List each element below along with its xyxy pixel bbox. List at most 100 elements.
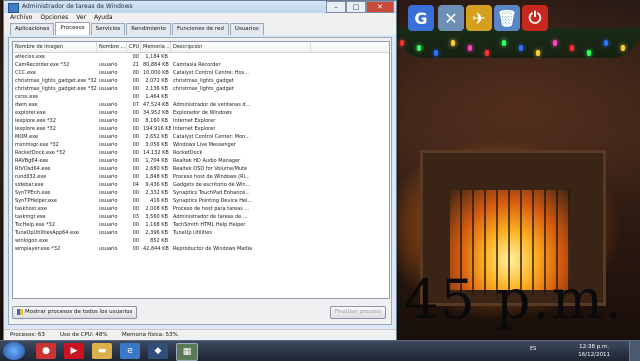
cell-image-name: atieclxx.exe	[15, 54, 46, 60]
maximize-button[interactable]: □	[346, 1, 366, 13]
tab-strip: Aplicaciones Procesos Servicios Rendimie…	[4, 22, 396, 35]
clock[interactable]: 12:38 p.m. 16/12/2011	[578, 343, 610, 359]
cell-description: TuneUp Utilities	[173, 230, 212, 236]
show-all-label: Mostrar procesos de todos los usuarios	[25, 309, 133, 315]
media-taskbar-icon[interactable]: ▶	[64, 343, 84, 359]
christmas-light-bulb	[451, 40, 455, 46]
cell-user-name: usuario	[99, 70, 118, 76]
cell-description: Administrador de ventanas d...	[173, 102, 251, 108]
cell-image-name: CamRecorder.exe *32	[15, 62, 70, 68]
cell-cpu: 00	[132, 230, 139, 236]
table-row[interactable]: TscHelp.exe *32 usuario 00 1,168 KB TechSmit…	[13, 221, 389, 229]
title-bar[interactable]: Administrador de tareas de Windows – □ ✕	[4, 1, 396, 13]
table-row[interactable]: RtVOsd64.exe usuario 00 2,680 KB Realtek OSD…	[13, 165, 389, 173]
process-table[interactable]: Nombre de imagen Nombre ... CPU Memoria …	[12, 41, 390, 299]
cell-user-name: usuario	[99, 206, 118, 212]
table-row[interactable]: explorer.exe usuario 00 34,952 KB Explorador…	[13, 109, 389, 117]
overlay-time-text: 45 p.m.	[404, 268, 624, 331]
menu-ayuda[interactable]: Ayuda	[94, 13, 113, 23]
table-row[interactable]: RocketDock.exe *32 usuario 00 14,132 KB Rock…	[13, 149, 389, 157]
table-row[interactable]: MOM.exe usuario 00 2,652 KB Catalyst Control…	[13, 133, 389, 141]
tab-procesos[interactable]: Procesos	[55, 22, 90, 35]
table-row[interactable]: dwm.exe usuario 07 47,524 KB Administrador d…	[13, 101, 389, 109]
col-memory[interactable]: Memoria ...	[141, 42, 171, 52]
cell-description: Proceso de host para tareas ...	[173, 206, 250, 212]
christmas-light-bulb	[400, 40, 404, 46]
col-image-name[interactable]: Nombre de imagen	[13, 42, 97, 52]
col-cpu[interactable]: CPU	[127, 42, 141, 52]
cell-memory: 194,916 KB	[143, 126, 171, 132]
cell-image-name: wmplayer.exe *32	[15, 246, 61, 252]
cell-memory: 3,056 KB	[145, 142, 168, 148]
table-row[interactable]: christmas_lights_gadget.exe *32 usuario 00…	[13, 85, 389, 93]
power-icon[interactable]: ⏻	[522, 5, 548, 31]
table-row[interactable]: SynTPHelper.exe usuario 00 416 KB Synaptics …	[13, 197, 389, 205]
table-row[interactable]: TuneUpUtilitiesApp64.exe usuario 00 2,396 K…	[13, 229, 389, 237]
task-manager-taskbar-icon[interactable]: ▦	[176, 343, 198, 361]
tab-aplicaciones[interactable]: Aplicaciones	[10, 23, 55, 35]
cell-memory: 2,396 KB	[145, 230, 168, 236]
table-row[interactable]: SynTPEnh.exe usuario 00 2,332 KB Synaptics T…	[13, 189, 389, 197]
cell-cpu: 00	[132, 166, 139, 172]
flag-icon[interactable]: ✕	[438, 5, 464, 31]
task-manager-window: Administrador de tareas de Windows – □ ✕…	[3, 0, 397, 342]
tab-servicios[interactable]: Servicios	[90, 23, 126, 35]
show-desktop-button[interactable]	[629, 341, 640, 361]
table-row[interactable]: taskmgr.exe usuario 03 3,560 KB Administrado…	[13, 213, 389, 221]
cell-memory: 1,464 KB	[145, 94, 168, 100]
table-row[interactable]: taskhost.exe usuario 00 2,008 KB Proceso de …	[13, 205, 389, 213]
folder-taskbar-icon[interactable]: ▬	[92, 343, 112, 359]
cell-user-name: usuario	[99, 134, 118, 140]
cell-user-name: usuario	[99, 246, 118, 252]
cell-image-name: SynTPHelper.exe	[15, 198, 57, 204]
col-description[interactable]: Descripción	[171, 42, 311, 52]
tab-funciones-de-red[interactable]: Funciones de red	[172, 23, 229, 35]
cell-memory: 14,132 KB	[143, 150, 169, 156]
end-process-button[interactable]: Finalizar proceso	[329, 306, 386, 319]
bird-icon[interactable]: ✈	[466, 5, 492, 31]
cell-user-name: usuario	[99, 62, 118, 68]
table-row[interactable]: sidebar.exe usuario 04 9,436 KB Gadgets de e…	[13, 181, 389, 189]
cell-user-name	[97, 93, 127, 101]
table-row[interactable]: wmplayer.exe *32 usuario 00 42,844 KB Reprod…	[13, 245, 389, 253]
tab-rendimiento[interactable]: Rendimiento	[126, 23, 172, 35]
table-row[interactable]: CamRecorder.exe *32 usuario 21 80,884 KB Cam…	[13, 61, 389, 69]
app-taskbar-icon[interactable]: ◆	[148, 343, 168, 359]
cell-memory: 1,848 KB	[145, 174, 168, 180]
recycle-bin-icon[interactable]: 🗑	[494, 5, 520, 31]
cell-memory: 3,560 KB	[145, 214, 168, 220]
cell-description: Synaptics Pointing Device Hel...	[173, 198, 253, 204]
col-user-name[interactable]: Nombre ...	[97, 42, 127, 52]
language-indicator[interactable]: ES	[530, 346, 536, 352]
show-all-processes-button[interactable]: Mostrar procesos de todos los usuarios	[12, 306, 138, 319]
table-row[interactable]: iexplore.exe *32 usuario 00 8,160 KB Interne…	[13, 117, 389, 125]
table-row[interactable]: atieclxx.exe 00 1,184 KB	[13, 53, 389, 61]
firefox-taskbar-icon[interactable]: ●	[36, 343, 56, 359]
table-row[interactable]: CCC.exe usuario 00 10,000 KB Catalyst Contro…	[13, 69, 389, 77]
cell-cpu: 03	[132, 214, 139, 220]
cell-image-name: christmas_lights_gadget.exe *32	[15, 86, 97, 92]
google-icon[interactable]: G	[408, 5, 434, 31]
christmas-light-bulb	[468, 45, 472, 51]
cell-memory: 1,168 KB	[145, 222, 168, 228]
table-row[interactable]: christmas_lights_gadget.exe *32 usuario 00…	[13, 77, 389, 85]
cell-cpu: 00	[132, 206, 139, 212]
start-button[interactable]	[3, 342, 25, 360]
table-row[interactable]: iexplore.exe *32 usuario 00 194,916 KB Inter…	[13, 125, 389, 133]
table-row[interactable]: rundll32.exe usuario 00 1,848 KB Proceso hos…	[13, 173, 389, 181]
tab-usuarios[interactable]: Usuarios	[229, 23, 264, 35]
cell-cpu: 00	[132, 78, 139, 84]
cell-image-name: TuneUpUtilitiesApp64.exe	[15, 230, 79, 236]
process-actions: Mostrar procesos de todos los usuarios F…	[12, 304, 388, 320]
cell-memory: 416 KB	[150, 198, 168, 204]
minimize-button[interactable]: –	[326, 1, 346, 13]
table-row[interactable]: winlogon.exe 00 852 KB	[13, 237, 389, 245]
internet-explorer-taskbar-icon[interactable]: e	[120, 343, 140, 359]
table-row[interactable]: msnmsgr.exe *32 usuario 00 3,056 KB Windows …	[13, 141, 389, 149]
cell-memory: 2,072 KB	[145, 78, 168, 84]
close-button[interactable]: ✕	[366, 1, 394, 13]
table-row[interactable]: RAVBg64.exe usuario 00 1,704 KB Realtek HD A…	[13, 157, 389, 165]
table-row[interactable]: csrss.exe 00 1,464 KB	[13, 93, 389, 101]
menu-archivo[interactable]: Archivo	[10, 13, 32, 23]
cell-user-name: usuario	[99, 78, 118, 84]
